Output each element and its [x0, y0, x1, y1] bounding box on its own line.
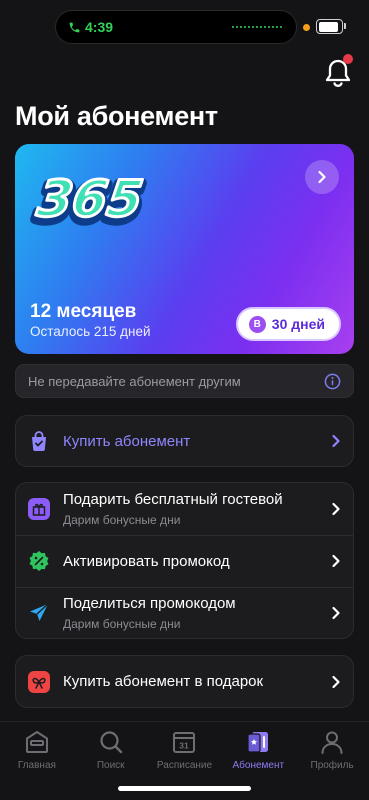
tab-profile[interactable]: Профиль — [295, 722, 369, 800]
bonus-days-label: 30 дней — [271, 316, 325, 332]
buy-subscription-group: Купить абонемент — [15, 415, 354, 467]
battery-icon — [316, 19, 343, 34]
tab-label: Абонемент — [232, 760, 285, 771]
tab-label: Расписание — [156, 760, 213, 771]
tab-home[interactable]: Главная — [0, 722, 74, 800]
actions-group: Подарить бесплатный гостевой Дарим бонус… — [15, 482, 354, 639]
phone-icon — [69, 22, 80, 32]
promo-badge-icon — [28, 550, 50, 572]
chevron-right-icon — [332, 434, 340, 448]
notice-text: Не передавайте абонемент другим — [28, 373, 241, 389]
buy-subscription-label: Купить абонемент — [63, 432, 191, 450]
buy-subscription-button[interactable]: Купить абонемент — [16, 416, 353, 466]
subscription-card[interactable]: 365 365 12 месяцев Осталось 215 дней B 3… — [15, 144, 354, 354]
chevron-right-icon — [332, 606, 340, 620]
buy-gift-subscription-button[interactable]: Купить абонемент в подарок — [16, 656, 353, 707]
search-icon — [100, 731, 122, 754]
call-indicator[interactable]: 4:39 — [68, 19, 113, 35]
chevron-right-icon — [332, 502, 340, 516]
page-title: Мой абонемент — [15, 101, 218, 131]
membership-card-icon — [247, 732, 269, 753]
activate-promo-row[interactable]: Активировать промокод — [16, 535, 353, 587]
gift-icon — [28, 498, 50, 520]
logo-365: 365 365 — [29, 168, 151, 236]
calendar-icon: 31 — [173, 732, 196, 753]
row-subtitle: Дарим бонусные дни — [63, 513, 181, 527]
status-bar: 4:39 — [0, 0, 369, 54]
card-open-button[interactable] — [305, 160, 339, 194]
dynamic-island[interactable]: 4:39 — [55, 10, 297, 44]
tab-label: Главная — [17, 760, 56, 771]
camera-indicator-dot — [303, 24, 310, 31]
notification-badge — [343, 54, 353, 64]
transfer-notice: Не передавайте абонемент другим — [15, 364, 354, 398]
svg-text:365: 365 — [34, 169, 147, 228]
info-icon[interactable] — [324, 373, 341, 390]
status-time: 4:39 — [85, 19, 114, 35]
profile-icon — [321, 731, 343, 754]
chevron-right-icon — [332, 675, 340, 688]
bonus-days-badge[interactable]: B 30 дней — [235, 307, 341, 341]
chevron-right-icon — [318, 170, 326, 184]
row-title: Подарить бесплатный гостевой — [63, 491, 283, 508]
send-icon — [28, 602, 50, 624]
gift-bow-icon — [28, 670, 50, 693]
battery-tip — [344, 23, 346, 29]
audio-wave-icon — [232, 26, 282, 28]
share-promo-row[interactable]: Поделиться промокодом Дарим бонусные дни — [16, 587, 353, 639]
home-icon — [25, 731, 48, 753]
row-subtitle: Дарим бонусные дни — [63, 617, 181, 631]
home-indicator[interactable] — [118, 786, 251, 791]
tab-label: Поиск — [96, 760, 125, 771]
gift-guest-pass-row[interactable]: Подарить бесплатный гостевой Дарим бонус… — [16, 483, 353, 535]
shopping-bag-icon — [28, 430, 50, 452]
subscription-remaining: Осталось 215 дней — [30, 324, 151, 339]
tab-label: Профиль — [310, 760, 354, 771]
svg-text:31: 31 — [180, 741, 190, 751]
subscription-period: 12 месяцев — [30, 301, 137, 322]
row-title: Поделиться промокодом — [63, 595, 236, 612]
chevron-right-icon — [332, 554, 340, 568]
row-title: Активировать промокод — [63, 552, 230, 570]
gift-subscription-label: Купить абонемент в подарок — [63, 673, 264, 690]
bonus-coin-icon: B — [248, 315, 266, 333]
gift-subscription-group: Купить абонемент в подарок — [15, 655, 354, 708]
